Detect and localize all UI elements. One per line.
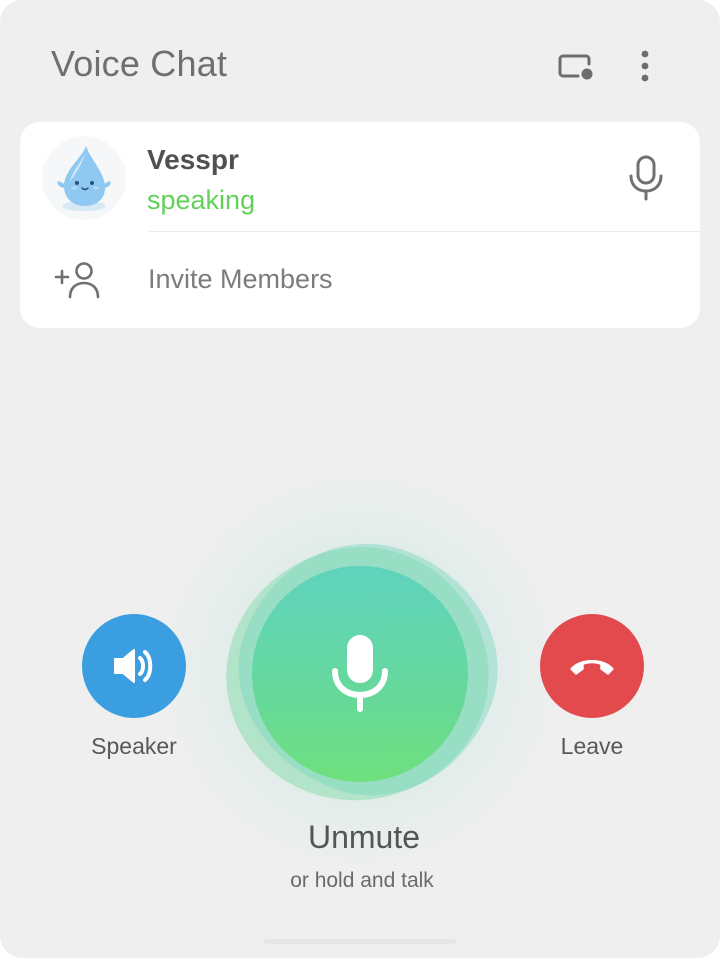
- unmute-hint: or hold and talk: [290, 869, 434, 892]
- speaker-label: Speaker: [91, 733, 177, 759]
- microphone-icon: [629, 155, 663, 201]
- add-person-icon: [54, 262, 100, 299]
- page-title: Voice Chat: [51, 43, 228, 84]
- screen-share-icon: [558, 54, 593, 80]
- participants-card: Vesspr speaking Invite Members: [20, 122, 700, 328]
- home-indicator: [264, 939, 456, 944]
- leave-label: Leave: [560, 733, 624, 759]
- participant-status: speaking: [147, 185, 256, 215]
- invite-members-label: Invite Members: [148, 264, 333, 294]
- water-drop-mascot-avatar: [57, 146, 111, 211]
- invite-members-row[interactable]: Invite Members: [20, 232, 700, 328]
- leave-button[interactable]: [540, 614, 644, 718]
- screen-share-button[interactable]: [552, 42, 600, 90]
- voice-chat-sheet: Voice Chat Vesspr speaking Invite Member…: [0, 0, 720, 958]
- unmute-button[interactable]: [252, 566, 468, 782]
- participant-row[interactable]: Vesspr speaking: [20, 122, 700, 232]
- participant-name: Vesspr: [147, 144, 239, 175]
- unmute-label: Unmute: [307, 819, 421, 855]
- more-options-button[interactable]: [621, 42, 669, 90]
- speaker-icon: [114, 649, 153, 683]
- microphone-icon: [332, 635, 388, 712]
- hang-up-icon: [570, 660, 614, 675]
- speaker-button[interactable]: [82, 614, 186, 718]
- more-vertical-icon: [641, 50, 649, 82]
- avatar: [42, 136, 126, 220]
